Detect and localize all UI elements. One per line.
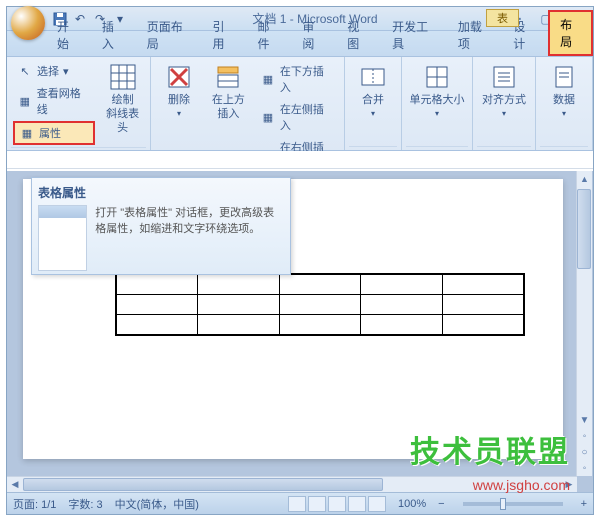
properties-button[interactable]: ▦属性 xyxy=(13,121,95,145)
word-count[interactable]: 字数: 3 xyxy=(68,496,102,512)
group-merge: 合并▾ xyxy=(345,57,402,150)
tooltip: 表格属性 打开 "表格属性" 对话框，更改高级表格属性，如缩进和文字环绕选项。 xyxy=(31,177,291,275)
group-label xyxy=(349,146,397,150)
view-outline-icon[interactable] xyxy=(348,496,366,512)
tab-mailings[interactable]: 邮件 xyxy=(247,14,288,56)
watermark-url: www.jsgho.com xyxy=(473,477,570,493)
tab-home[interactable]: 开始 xyxy=(47,14,88,56)
group-data: 数据▾ xyxy=(536,57,593,150)
tab-references[interactable]: 引用 xyxy=(203,14,244,56)
group-align: 对齐方式▾ xyxy=(473,57,536,150)
col-left-icon: ▦ xyxy=(260,109,276,125)
tab-developer[interactable]: 开发工具 xyxy=(382,14,444,56)
scroll-down-icon[interactable]: ▼ xyxy=(577,412,592,428)
zoom-slider[interactable] xyxy=(463,502,563,506)
ruler[interactable] xyxy=(7,151,593,169)
ribbon: ↖选择 ▾ ▦查看网格线 ▦属性 绘制 斜线表头 表 删除▾ 在 xyxy=(7,57,593,151)
draw-diagonal-button[interactable]: 绘制 斜线表头 xyxy=(99,59,146,137)
group-cellsize: 单元格大小▾ xyxy=(402,57,473,150)
cellsize-icon xyxy=(421,61,453,93)
delete-button[interactable]: 删除▾ xyxy=(155,59,202,123)
delete-icon xyxy=(163,61,195,93)
tooltip-title: 表格属性 xyxy=(38,184,284,201)
tab-pagelayout[interactable]: 页面布局 xyxy=(137,14,199,56)
group-label xyxy=(540,146,588,150)
page-status[interactable]: 页面: 1/1 xyxy=(13,496,56,512)
merge-icon xyxy=(357,61,389,93)
zoom-level[interactable]: 100% xyxy=(398,498,426,510)
tab-layout[interactable]: 布局 xyxy=(548,10,593,56)
browse-select-icon[interactable]: ○ xyxy=(577,444,592,460)
select-button[interactable]: ↖选择 ▾ xyxy=(13,61,95,81)
context-tab-label: 表 xyxy=(486,9,519,27)
data-button[interactable]: 数据▾ xyxy=(540,59,588,123)
browse-prev-icon[interactable]: ◦ xyxy=(577,428,592,444)
zoom-in-icon[interactable]: + xyxy=(581,498,587,510)
gridlines-button[interactable]: ▦查看网格线 xyxy=(13,83,95,119)
document-table[interactable] xyxy=(115,273,525,336)
tooltip-image xyxy=(38,205,87,271)
scroll-thumb-h[interactable] xyxy=(23,478,383,491)
properties-icon: ▦ xyxy=(19,125,35,141)
scroll-left-icon[interactable]: ◀ xyxy=(7,477,23,492)
tooltip-text: 打开 "表格属性" 对话框，更改高级表格属性，如缩进和文字环绕选项。 xyxy=(95,205,284,271)
tab-review[interactable]: 审阅 xyxy=(292,14,333,56)
ribbon-tabs: 开始 插入 页面布局 引用 邮件 审阅 视图 开发工具 加载项 设计 布局 xyxy=(7,31,593,57)
scroll-up-icon[interactable]: ▲ xyxy=(577,171,592,187)
language-status[interactable]: 中文(简体，中国) xyxy=(115,496,199,512)
group-label xyxy=(406,146,468,150)
merge-button[interactable]: 合并▾ xyxy=(349,59,397,123)
table-icon xyxy=(107,61,139,93)
view-print-icon[interactable] xyxy=(288,496,306,512)
view-reading-icon[interactable] xyxy=(308,496,326,512)
group-label xyxy=(477,146,531,150)
data-icon xyxy=(548,61,580,93)
cursor-icon: ↖ xyxy=(17,63,33,79)
insert-below-button[interactable]: ▦在下方插入 xyxy=(256,61,338,97)
cellsize-button[interactable]: 单元格大小▾ xyxy=(406,59,468,123)
group-rows-cols: 删除▾ 在上方 插入 ▦在下方插入 ▦在左侧插入 ▦在右侧插入 行和列 xyxy=(151,57,345,150)
vertical-scrollbar[interactable]: ▲ ▼ ◦ ○ ◦ xyxy=(576,171,592,476)
insert-above-icon xyxy=(212,61,244,93)
tab-view[interactable]: 视图 xyxy=(337,14,378,56)
grid-icon: ▦ xyxy=(17,93,33,109)
statusbar: 页面: 1/1 字数: 3 中文(简体，中国) 100% − + xyxy=(7,492,593,514)
view-web-icon[interactable] xyxy=(328,496,346,512)
insert-above-button[interactable]: 在上方 插入 xyxy=(205,59,252,123)
scroll-thumb[interactable] xyxy=(577,189,591,269)
align-icon xyxy=(488,61,520,93)
zoom-out-icon[interactable]: − xyxy=(438,498,444,510)
watermark-text: 技术员联盟 xyxy=(410,427,570,471)
row-below-icon: ▦ xyxy=(260,71,276,87)
browse-next-icon[interactable]: ◦ xyxy=(577,460,592,476)
tab-insert[interactable]: 插入 xyxy=(92,14,133,56)
align-button[interactable]: 对齐方式▾ xyxy=(477,59,531,123)
insert-left-button[interactable]: ▦在左侧插入 xyxy=(256,99,338,135)
group-table: ↖选择 ▾ ▦查看网格线 ▦属性 绘制 斜线表头 表 xyxy=(7,57,151,150)
office-button[interactable] xyxy=(11,6,45,40)
view-draft-icon[interactable] xyxy=(368,496,386,512)
